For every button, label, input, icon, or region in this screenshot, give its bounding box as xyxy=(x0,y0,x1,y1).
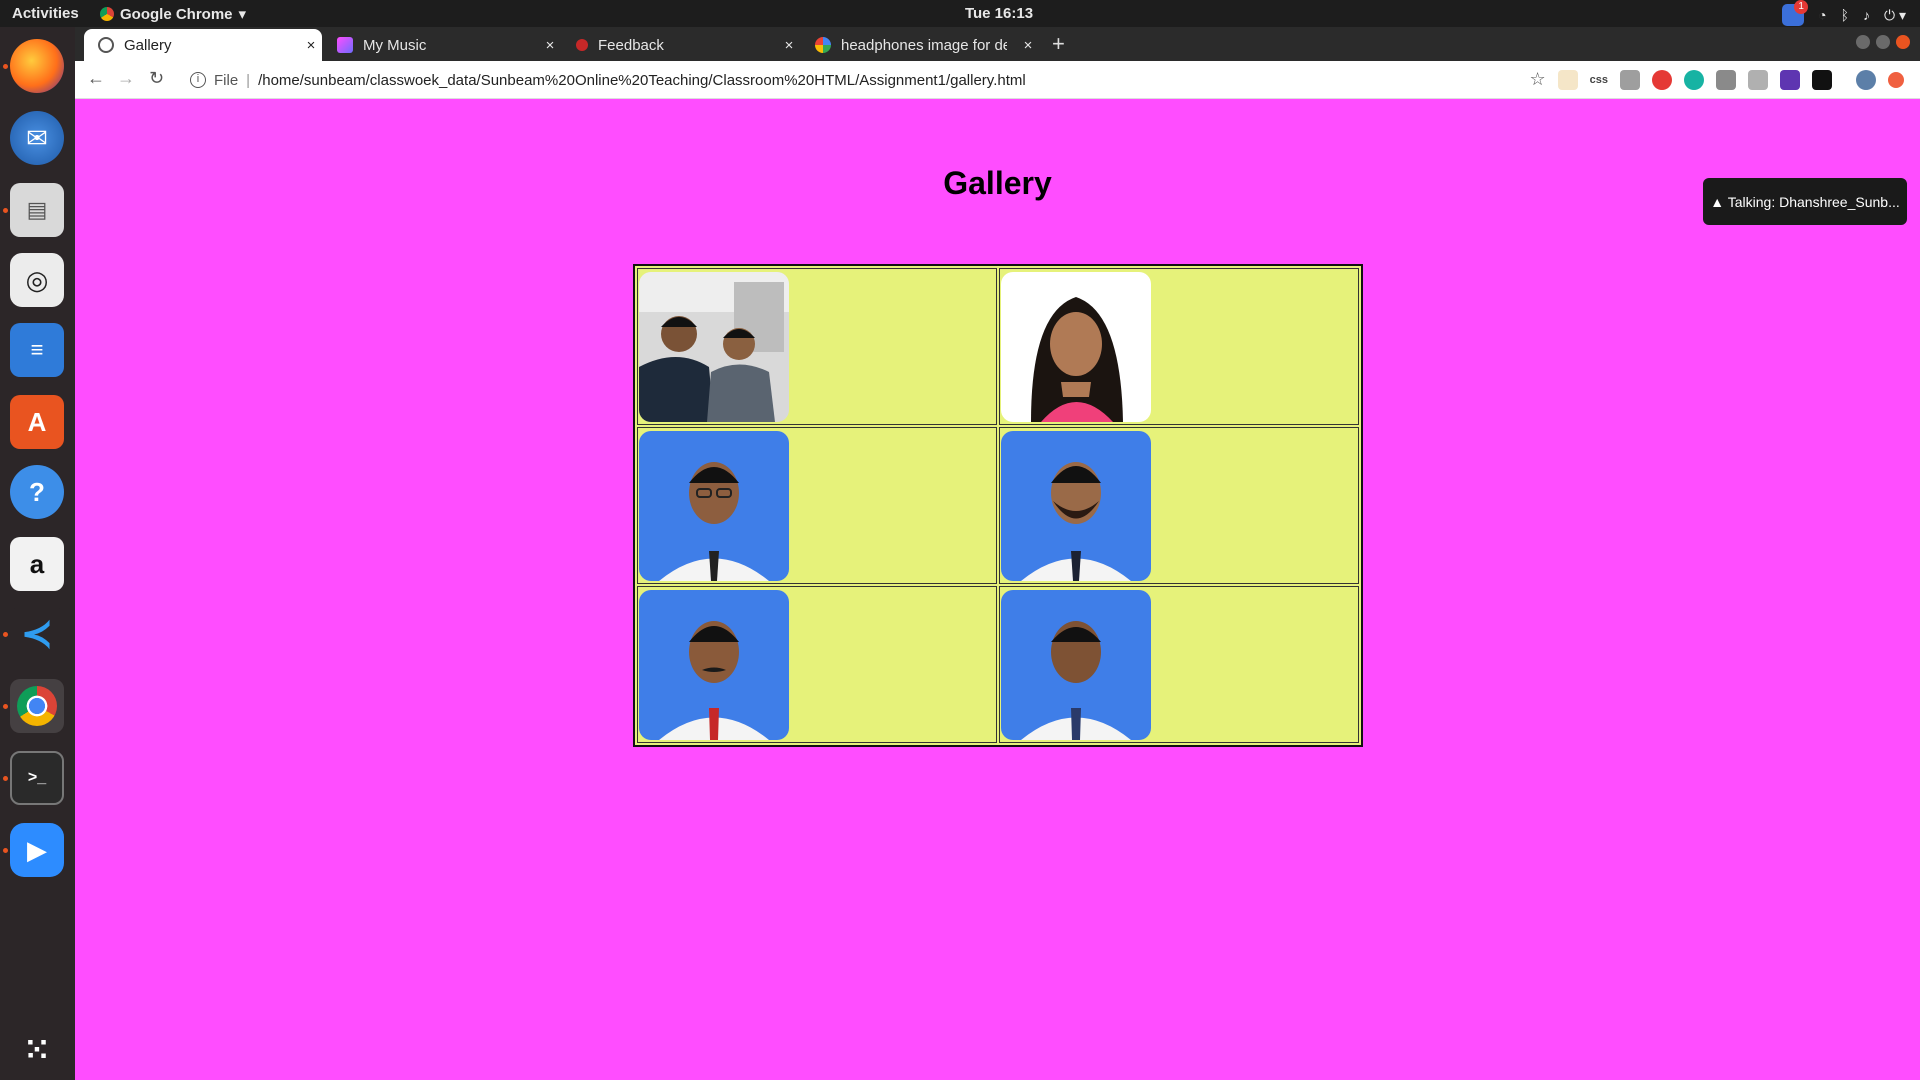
rhythmbox-icon[interactable]: ◎ xyxy=(10,253,64,307)
tab-headphones[interactable]: headphones image for de × xyxy=(801,29,1039,61)
photo-woman-portrait xyxy=(1001,271,1151,422)
address-bar[interactable]: i File | /home/sunbeam/classwoek_data/Su… xyxy=(190,67,1570,93)
tab-bar: Gallery × My Music × Feedback × headphon… xyxy=(75,27,1920,61)
profile-avatar[interactable] xyxy=(1856,69,1876,90)
photo-two-men-selfie xyxy=(639,271,789,422)
table-row xyxy=(637,427,1359,584)
reload-icon[interactable]: ↻ xyxy=(149,68,164,89)
running-indicator xyxy=(3,632,8,637)
maximize-icon[interactable] xyxy=(1876,35,1890,49)
system-tray[interactable]: 1 ◔ ᛒ ♪ ⏻ ▾ xyxy=(1782,0,1906,26)
notification-count: 1 xyxy=(1794,0,1809,14)
gallery-cell xyxy=(999,427,1359,584)
extension-notes-icon[interactable] xyxy=(1557,69,1578,90)
tab-title: Feedback xyxy=(598,36,664,54)
terminal-icon[interactable]: >_ xyxy=(10,751,64,805)
close-icon[interactable]: × xyxy=(778,37,800,54)
extension-update-icon[interactable] xyxy=(1888,71,1904,88)
new-tab-button[interactable]: + xyxy=(1052,31,1065,57)
power-menu-icon[interactable]: ⏻ ▾ xyxy=(1884,7,1906,24)
gallery-cell xyxy=(999,586,1359,743)
firefox-icon[interactable] xyxy=(10,39,64,93)
gallery-table xyxy=(633,264,1363,747)
zoom-icon[interactable]: ▶ xyxy=(10,823,64,877)
amazon-icon[interactable]: a xyxy=(10,537,64,591)
table-row xyxy=(637,268,1359,425)
extension-css-icon[interactable]: css xyxy=(1590,74,1608,86)
music-favicon-icon xyxy=(337,37,353,53)
running-indicator xyxy=(3,704,8,709)
photo-man-glasses xyxy=(639,430,789,581)
software-center-icon[interactable]: A xyxy=(10,395,64,449)
extension-cart-icon[interactable] xyxy=(1716,69,1736,90)
browser-toolbar: ← → ↻ i File | /home/sunbeam/classwoek_d… xyxy=(75,61,1920,99)
tab-feedback[interactable]: Feedback × xyxy=(562,29,800,61)
files-icon[interactable]: ▤ xyxy=(10,183,64,237)
vscode-icon[interactable]: ≺ xyxy=(10,607,64,661)
zoom-talking-indicator[interactable]: ▲ Talking: Dhanshree_Sunb... xyxy=(1703,178,1907,225)
system-top-bar: Activities Google Chrome ▾ Tue 16:13 1 ◔… xyxy=(0,0,1920,27)
globe-icon xyxy=(98,37,114,53)
running-indicator xyxy=(3,848,8,853)
running-indicator xyxy=(3,64,8,69)
extension-m-icon[interactable] xyxy=(1684,69,1704,90)
url-text[interactable]: /home/sunbeam/classwoek_data/Sunbeam%20O… xyxy=(258,72,1026,89)
google-icon xyxy=(815,37,831,53)
extension-red-icon[interactable] xyxy=(1652,69,1672,90)
app-grid-icon[interactable]: ⁙ xyxy=(10,1023,64,1077)
extension-layout-icon[interactable] xyxy=(1748,69,1768,90)
wifi-icon[interactable]: ◔ xyxy=(1818,7,1826,23)
window-controls xyxy=(1856,35,1910,49)
tab-my-music[interactable]: My Music × xyxy=(323,29,561,61)
address-separator: | xyxy=(246,71,251,89)
close-icon[interactable]: × xyxy=(539,37,561,54)
notification-icon[interactable]: 1 xyxy=(1782,0,1809,26)
thunderbird-icon[interactable]: ✉ xyxy=(10,111,64,165)
gallery-cell xyxy=(637,586,997,743)
tab-title: headphones image for de xyxy=(841,36,1007,54)
help-icon[interactable]: ? xyxy=(10,465,64,519)
feedback-favicon-icon xyxy=(576,39,588,51)
tab-title: Gallery xyxy=(124,36,172,54)
photo-man-blue-tie xyxy=(1001,589,1151,740)
extensions-area: ☆ css xyxy=(1530,69,1904,90)
gallery-cell xyxy=(637,427,997,584)
extension-dark-icon[interactable] xyxy=(1812,69,1832,90)
gallery-cell xyxy=(637,268,997,425)
gallery-cell xyxy=(999,268,1359,425)
bluetooth-icon[interactable]: ᛒ xyxy=(1841,7,1849,23)
close-icon[interactable]: × xyxy=(1017,37,1039,54)
tab-gallery[interactable]: Gallery × xyxy=(84,29,322,61)
table-row xyxy=(637,586,1359,743)
page-viewport: Gallery xyxy=(75,99,1920,1080)
photo-man-mustache-red-tie xyxy=(639,589,789,740)
clock[interactable]: Tue 16:13 xyxy=(0,5,1920,22)
page-title: Gallery xyxy=(943,165,1052,201)
info-icon[interactable]: i xyxy=(190,72,206,88)
extension-puzzle-icon[interactable] xyxy=(1780,69,1800,90)
running-indicator xyxy=(3,208,8,213)
dock: ✉ ▤ ◎ ≡ A ? a ≺ >_ ▶ ⁙ xyxy=(0,27,75,1080)
camera-icon[interactable] xyxy=(1620,69,1640,90)
minimize-icon[interactable] xyxy=(1856,35,1870,49)
volume-icon[interactable]: ♪ xyxy=(1863,7,1870,23)
photo-man-beard xyxy=(1001,430,1151,581)
running-indicator xyxy=(3,776,8,781)
tab-title: My Music xyxy=(363,36,427,54)
libreoffice-writer-icon[interactable]: ≡ xyxy=(10,323,64,377)
bookmark-star-icon[interactable]: ☆ xyxy=(1530,69,1546,90)
back-icon[interactable]: ← xyxy=(87,68,105,89)
chrome-icon[interactable] xyxy=(10,679,64,733)
forward-icon[interactable]: → xyxy=(117,68,135,89)
window-close-icon[interactable] xyxy=(1896,35,1910,49)
close-icon[interactable]: × xyxy=(300,37,322,54)
address-scheme-label: File xyxy=(214,71,239,89)
